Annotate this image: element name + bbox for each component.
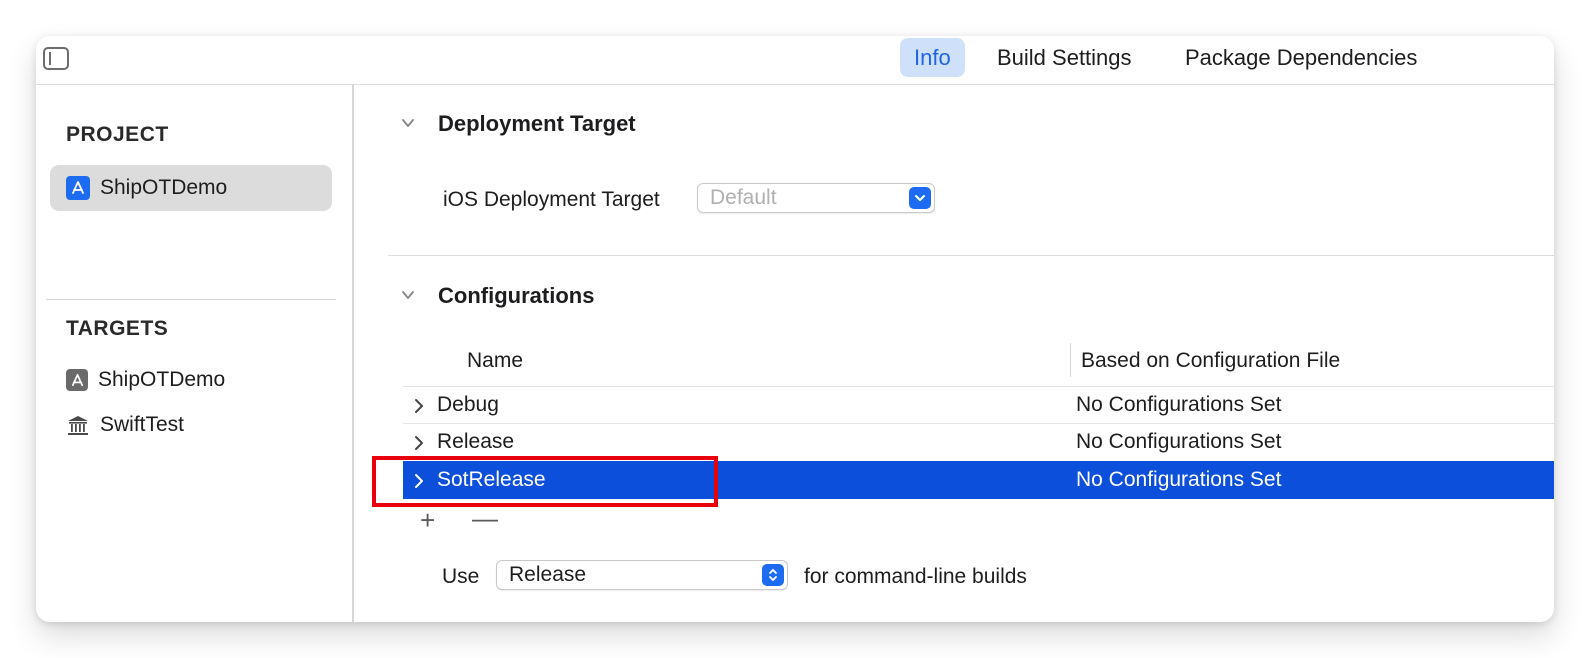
section-divider	[388, 255, 1554, 256]
chevron-right-icon[interactable]	[413, 398, 425, 414]
sidebar-item-label: ShipOTDemo	[100, 176, 228, 199]
chevron-right-icon[interactable]	[413, 473, 425, 489]
command-line-builds-label: for command-line builds	[804, 565, 1027, 588]
editor-toolbar: Info Build Settings Package Dependencies	[36, 36, 1554, 85]
sidebar-divider	[46, 299, 336, 300]
info-editor-pane: Deployment Target iOS Deployment Target …	[354, 85, 1554, 622]
app-store-icon	[66, 176, 90, 200]
column-header-config-file[interactable]: Based on Configuration File	[1081, 349, 1340, 373]
deployment-target-title: Deployment Target	[438, 111, 636, 136]
project-editor-window: Info Build Settings Package Dependencies…	[36, 36, 1554, 622]
configuration-row-release[interactable]: Release No Configurations Set	[403, 423, 1554, 461]
bank-icon	[66, 413, 90, 437]
tab-package-dependencies[interactable]: Package Dependencies	[1171, 38, 1431, 77]
tab-info[interactable]: Info	[900, 38, 965, 77]
ios-deployment-target-popup[interactable]: Default	[697, 183, 935, 213]
configuration-name: Debug	[437, 393, 499, 416]
chevron-down-icon[interactable]	[401, 116, 415, 130]
column-header-name[interactable]: Name	[467, 349, 523, 373]
remove-configuration-button[interactable]: —	[472, 505, 498, 531]
project-section-heading: PROJECT	[66, 123, 169, 146]
chevron-right-icon[interactable]	[413, 435, 425, 451]
configuration-file: No Configurations Set	[1076, 430, 1282, 453]
configuration-file: No Configurations Set	[1076, 468, 1282, 491]
command-line-config-value: Release	[509, 563, 587, 586]
configuration-row-debug[interactable]: Debug No Configurations Set	[403, 386, 1554, 424]
configurations-title: Configurations	[438, 283, 595, 308]
sidebar-toggle-icon[interactable]	[43, 47, 69, 70]
tab-build-settings[interactable]: Build Settings	[983, 38, 1146, 77]
configuration-file: No Configurations Set	[1076, 393, 1282, 416]
chevron-down-icon	[909, 187, 931, 209]
sidebar-item-target-shipotdemo[interactable]: ShipOTDemo	[50, 357, 332, 403]
column-separator	[1070, 343, 1071, 377]
sidebar-item-target-swifttest[interactable]: SwiftTest	[50, 402, 332, 448]
targets-section-heading: TARGETS	[66, 317, 169, 340]
ios-deployment-target-placeholder: Default	[710, 186, 777, 209]
configuration-name: Release	[437, 430, 515, 453]
ios-deployment-target-label: iOS Deployment Target	[443, 188, 660, 211]
sidebar-item-label: ShipOTDemo	[98, 368, 226, 391]
use-label: Use	[442, 565, 480, 588]
configuration-name: SotRelease	[437, 468, 546, 491]
up-down-chevron-icon	[762, 564, 784, 586]
sidebar-item-label: SwiftTest	[100, 413, 185, 436]
app-store-icon	[66, 369, 88, 391]
chevron-down-icon[interactable]	[401, 288, 415, 302]
command-line-config-popup[interactable]: Release	[496, 560, 788, 590]
add-configuration-button[interactable]: +	[420, 507, 435, 533]
sidebar-item-project-shipotdemo[interactable]: ShipOTDemo	[50, 165, 332, 211]
project-navigator-sidebar: PROJECT ShipOTDemo TARGETS ShipOTDemo Sw…	[36, 85, 354, 622]
configuration-row-sotrelease[interactable]: SotRelease No Configurations Set	[403, 461, 1554, 499]
